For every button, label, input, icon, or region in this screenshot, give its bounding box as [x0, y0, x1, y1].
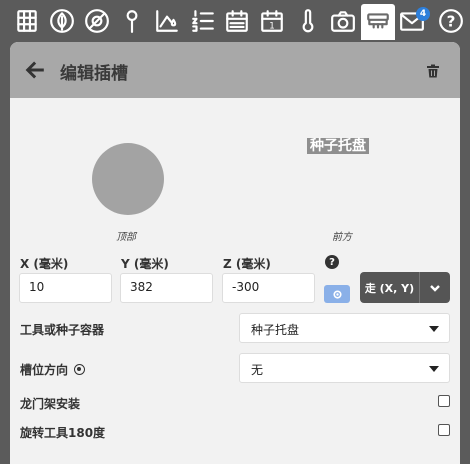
use-current-location-button[interactable] [324, 285, 350, 303]
back-arrow-icon[interactable] [24, 59, 46, 81]
info-icon[interactable] [74, 364, 86, 375]
tool-row: 工具或种子容器 种子托盘 [20, 313, 450, 343]
direction-label-text: 槽位方向 [20, 363, 69, 377]
chevron-down-icon [430, 284, 440, 292]
help-icon[interactable]: ? [325, 255, 339, 269]
page-title: 编辑插槽 [60, 64, 128, 84]
front-view-slot: 种子托盘 [307, 138, 369, 154]
tool-label: 工具或种子容器 [20, 323, 105, 337]
z-input[interactable]: -300 [222, 273, 315, 303]
svg-text:1: 1 [269, 22, 275, 32]
gantry-label: 龙门架安装 [20, 397, 81, 411]
tool-select-value: 种子托盘 [251, 323, 300, 337]
slot-visualization: 顶部 种子托盘 前方 [10, 98, 460, 243]
thermometer-icon[interactable] [293, 6, 323, 36]
rotate-label: 旋转工具180度 [20, 426, 106, 440]
help-icon[interactable]: ? [436, 6, 466, 36]
direction-select-value: 无 [251, 363, 264, 377]
svg-text:?: ? [447, 12, 456, 30]
x-input[interactable]: 10 [19, 273, 112, 303]
trash-icon[interactable] [426, 63, 440, 78]
direction-label: 槽位方向 [20, 361, 86, 378]
calendar-day-icon[interactable]: 1 [257, 6, 287, 36]
panel-header: 编辑插槽 [10, 42, 460, 98]
rotate-row: 旋转工具180度 [20, 416, 450, 444]
go-options-button[interactable] [420, 272, 450, 303]
caret-down-icon [429, 366, 439, 372]
no-plant-icon[interactable] [82, 6, 112, 36]
top-nav-bar: 1 4 ? [0, 0, 470, 42]
mail-badge: 4 [416, 7, 430, 21]
gantry-row: 龙门架安装 [20, 387, 450, 415]
go-to-xy-button[interactable]: 走 (X, Y) [360, 272, 450, 303]
rotate-checkbox[interactable] [438, 424, 450, 436]
mail-icon[interactable]: 4 [397, 6, 430, 36]
y-input[interactable]: 382 [120, 273, 213, 303]
tool-slots-icon[interactable] [361, 4, 395, 40]
front-view-label: 前方 [332, 232, 352, 243]
crosshair-icon [332, 289, 342, 299]
calendar-icon[interactable] [222, 6, 252, 36]
pin-icon[interactable] [117, 6, 147, 36]
gantry-checkbox[interactable] [438, 395, 450, 407]
go-label[interactable]: 走 (X, Y) [360, 272, 420, 303]
x-label: X (毫米) [20, 257, 69, 271]
direction-select[interactable]: 无 [239, 353, 450, 383]
numbered-list-icon[interactable] [188, 6, 218, 36]
edit-slot-panel: 编辑插槽 顶部 种子托盘 前方 X (毫米) Y (毫米) Z (毫米) ? 1… [10, 42, 460, 464]
leaf-icon[interactable] [47, 6, 77, 36]
y-label: Y (毫米) [121, 257, 169, 271]
camera-icon[interactable] [328, 6, 358, 36]
caret-down-icon [429, 326, 439, 332]
scrollbar-track[interactable] [460, 42, 470, 464]
tool-select[interactable]: 种子托盘 [239, 313, 450, 343]
top-view-slot [92, 143, 164, 215]
z-label: Z (毫米) [223, 257, 271, 271]
grid-icon[interactable] [12, 6, 42, 36]
direction-row: 槽位方向 无 [20, 353, 450, 383]
coordinates-section: X (毫米) Y (毫米) Z (毫米) ? 10 382 -300 走 (X,… [10, 255, 460, 315]
chart-drop-icon[interactable] [152, 6, 182, 36]
top-view-label: 顶部 [116, 232, 136, 243]
